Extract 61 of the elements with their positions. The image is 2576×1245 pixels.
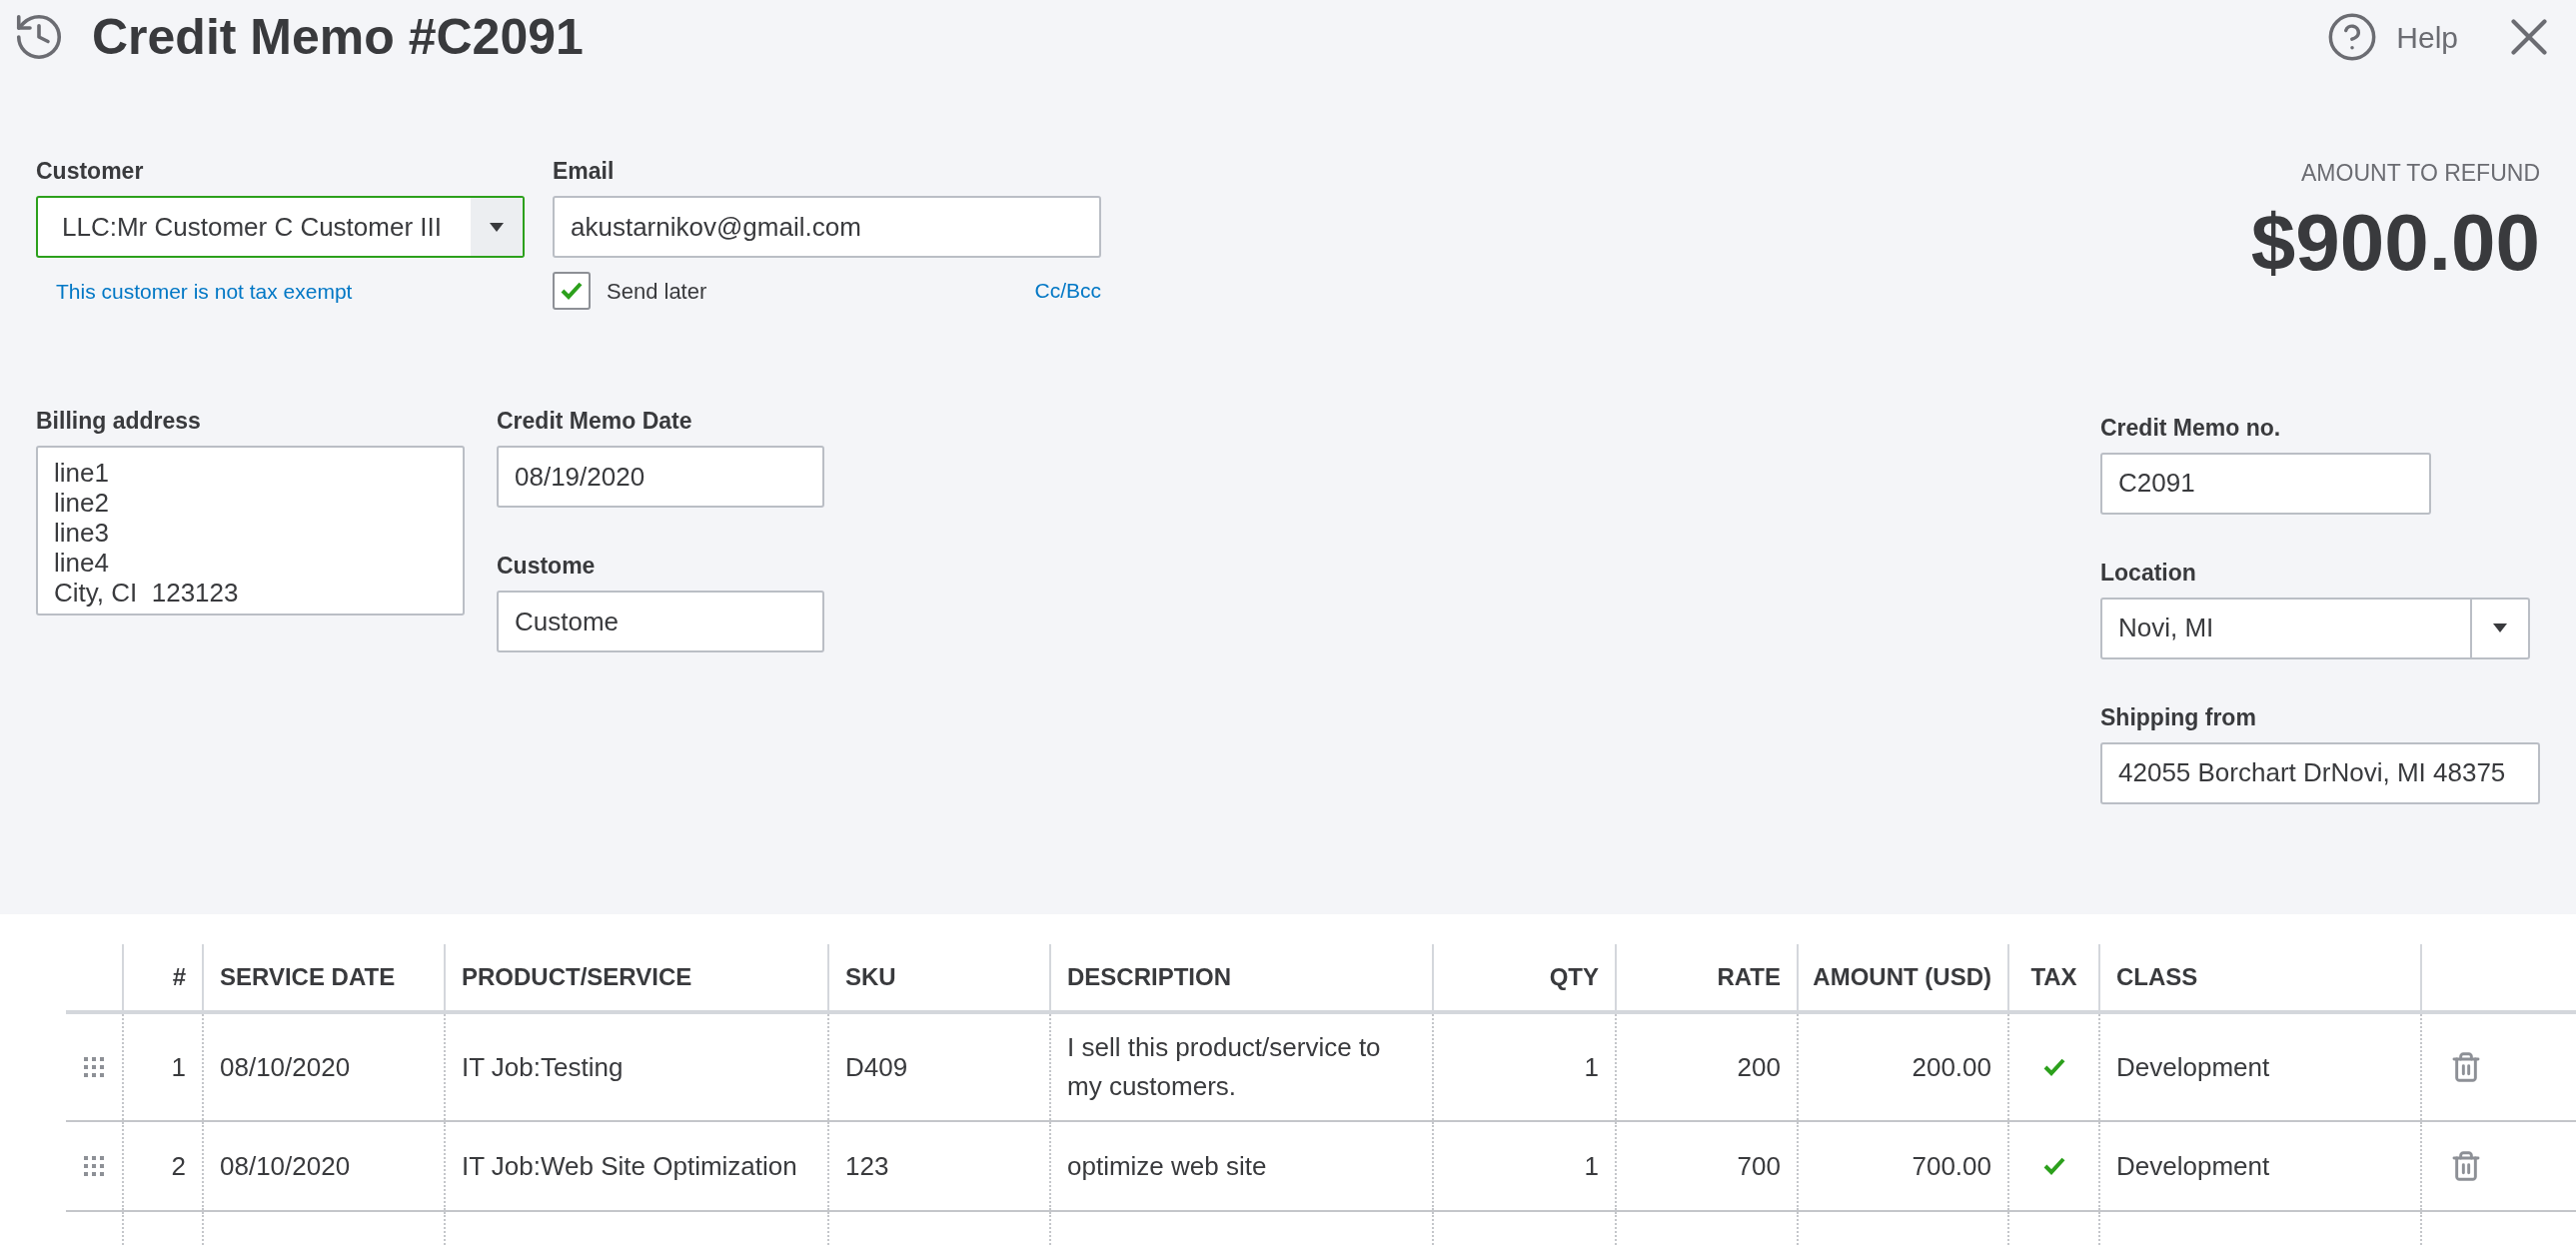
table-cell-text: D409 (845, 1050, 908, 1084)
column-header: # (122, 944, 202, 1010)
delete-icon[interactable] (2450, 1150, 2482, 1182)
field-label: Credit Memo no. (2100, 413, 2282, 443)
table-cell-text: 200 (1737, 1050, 1781, 1084)
custome-field[interactable]: Custome (497, 591, 824, 652)
table-cell-text: 1 (171, 1050, 186, 1084)
column-header: AMOUNT (USD) (1797, 944, 2007, 1010)
email-field[interactable]: akustarnikov@gmail.com (553, 196, 1101, 258)
field-label: Shipping from (2100, 702, 2257, 732)
table-cell-text: 2 (171, 1149, 186, 1183)
tax-exempt-note: This customer is not tax exempt (56, 279, 354, 305)
table-cell-text: 200.00 (1912, 1050, 1991, 1084)
table-cell-text: optimize web site (1067, 1149, 1267, 1183)
field-label: Custome (497, 552, 597, 581)
table-cell-text: Development (2116, 1149, 2270, 1183)
table-cell-text: 123 (845, 1149, 889, 1183)
date-field[interactable]: 08/19/2020 (497, 446, 824, 508)
column-header: CLASS (2098, 944, 2420, 1010)
field-label: Email (553, 157, 616, 186)
drag-handle-icon[interactable] (84, 1057, 104, 1077)
caret-icon (2493, 623, 2507, 632)
field-label: Credit Memo Date (497, 407, 693, 436)
drag-handle-icon[interactable] (84, 1156, 104, 1176)
page-title: Credit Memo #C2091 (92, 7, 584, 67)
table-cell-text: 700 (1737, 1149, 1781, 1183)
column-header: QTY (1432, 944, 1615, 1010)
shipping-from-field[interactable]: 42055 Borchart DrNovi, MI 48375 (2100, 741, 2540, 804)
amount-label: AMOUNT TO REFUND (2301, 159, 2540, 188)
table-cell-text: 1 (1584, 1050, 1599, 1084)
field-label: Location (2100, 558, 2197, 588)
column-header: RATE (1615, 944, 1797, 1010)
field-label: Customer (36, 157, 145, 186)
customer-dropdown[interactable]: LLC:Mr Customer C Customer III (36, 196, 525, 258)
column-header: SKU (827, 944, 1049, 1010)
billing-address-field[interactable]: line1 line2 line3 line4 City, CI 123123 (36, 446, 465, 616)
table-cell-text: 08/10/2020 (220, 1149, 351, 1183)
caret-icon (490, 222, 504, 232)
delete-icon[interactable] (2450, 1051, 2482, 1083)
column-header: SERVICE DATE (202, 944, 444, 1010)
table-cell-text: Development (2116, 1050, 2270, 1084)
table-cell-text: 08/10/2020 (220, 1050, 351, 1084)
table-cell-text: 700.00 (1912, 1149, 1991, 1183)
location-dropdown[interactable]: Novi, MI (2100, 597, 2530, 659)
table-cell-text: 1 (1584, 1149, 1599, 1183)
cc-bcc-link[interactable]: Cc/Bcc (1034, 275, 1101, 307)
column-header: PRODUCT/SERVICE (444, 944, 827, 1010)
table-cell-text: IT Job:Testing (462, 1050, 624, 1084)
credit-memo-number-field[interactable]: C2091 (2100, 452, 2431, 515)
checkmark-icon (561, 282, 583, 300)
column-header: TAX (2007, 944, 2098, 1010)
help-button[interactable]: Help (2326, 11, 2458, 63)
amount-value: $900.00 (2250, 196, 2540, 289)
table-cell-text: IT Job:Web Site Optimization (462, 1149, 797, 1183)
field-label: Billing address (36, 407, 202, 436)
location-value: Novi, MI (2117, 612, 2215, 644)
customer-value: LLC:Mr Customer C Customer III (61, 210, 443, 244)
send-later-checkbox[interactable] (553, 272, 591, 310)
table-cell-text: I sell this product/service to my customers. (1067, 1031, 1382, 1103)
column-header: DESCRIPTION (1049, 944, 1432, 1010)
send-later-label: Send later (607, 277, 707, 306)
